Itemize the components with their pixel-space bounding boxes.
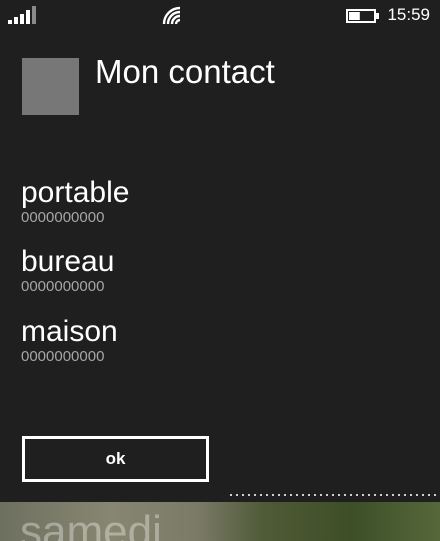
phone-entry-portable[interactable]: portable 0000000000 — [21, 177, 129, 226]
phone-entry-maison[interactable]: maison 0000000000 — [21, 316, 118, 365]
indicator-dot — [398, 494, 400, 496]
indicator-dot — [302, 494, 304, 496]
indicator-dot — [326, 494, 328, 496]
wifi-icon — [162, 6, 181, 25]
indicator-dot — [404, 494, 406, 496]
signal-icon — [8, 6, 36, 24]
indicator-dot — [254, 494, 256, 496]
indicator-dot — [266, 494, 268, 496]
indicator-dot — [344, 494, 346, 496]
indicator-dot — [296, 494, 298, 496]
indicator-dot — [314, 494, 316, 496]
indicator-dot — [272, 494, 274, 496]
indicator-dot — [392, 494, 394, 496]
phone-number: 0000000000 — [21, 348, 105, 365]
indicator-dot — [278, 494, 280, 496]
indicator-dot — [236, 494, 238, 496]
phone-number: 0000000000 — [21, 278, 105, 295]
ok-button[interactable]: ok — [22, 436, 209, 482]
phone-type-label: portable — [21, 176, 130, 209]
indicator-dot — [410, 494, 412, 496]
status-bar: 15:59 — [0, 0, 440, 32]
indicator-dot — [338, 494, 340, 496]
indicator-dot — [320, 494, 322, 496]
contact-avatar[interactable] — [22, 58, 79, 115]
phone-number: 0000000000 — [21, 209, 105, 226]
indicator-dot — [380, 494, 382, 496]
phone-type-label: bureau — [21, 245, 115, 278]
start-screen-wallpaper: samedi — [0, 502, 440, 541]
indicator-dot — [386, 494, 388, 496]
indicator-dot — [332, 494, 334, 496]
indicator-dot — [422, 494, 424, 496]
indicator-dot — [350, 494, 352, 496]
indicator-dot — [260, 494, 262, 496]
clock: 15:59 — [387, 5, 430, 24]
phone-type-label: maison — [21, 315, 118, 348]
indicator-dot — [428, 494, 430, 496]
indicator-dot — [434, 494, 436, 496]
indicator-dot — [242, 494, 244, 496]
contact-name: Mon contact — [95, 53, 275, 90]
indicator-dot — [362, 494, 364, 496]
indicator-dot — [368, 494, 370, 496]
contact-card-screen: 15:59 Mon contact portable 0000000000 bu… — [0, 0, 440, 541]
page-indicator-dots — [230, 494, 436, 496]
day-label: samedi — [20, 507, 162, 541]
indicator-dot — [284, 494, 286, 496]
battery-icon — [346, 9, 379, 23]
indicator-dot — [308, 494, 310, 496]
indicator-dot — [290, 494, 292, 496]
indicator-dot — [374, 494, 376, 496]
indicator-dot — [356, 494, 358, 496]
indicator-dot — [248, 494, 250, 496]
indicator-dot — [416, 494, 418, 496]
phone-entry-bureau[interactable]: bureau 0000000000 — [21, 246, 114, 295]
indicator-dot — [230, 494, 232, 496]
